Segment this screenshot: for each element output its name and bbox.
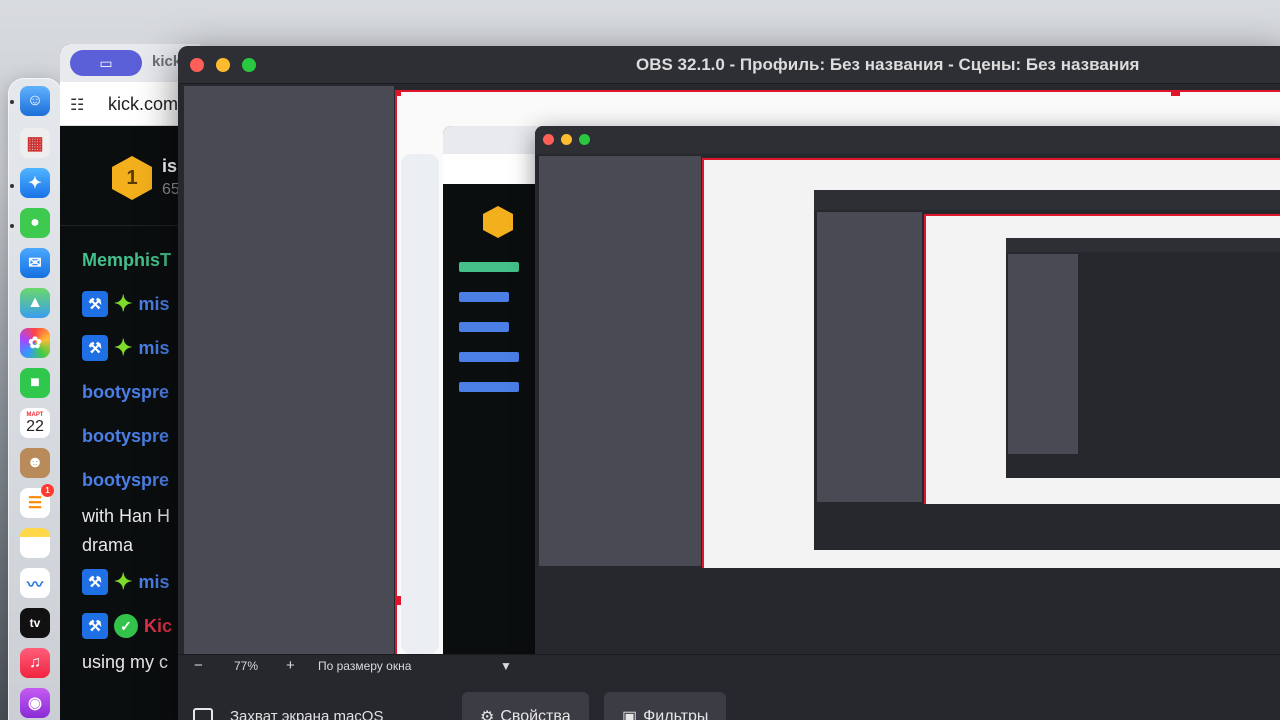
obs-zoom-bar: − 77% + По размеру окна ▼ [178, 654, 1280, 680]
filter-icon: ▣ [622, 709, 638, 720]
source-bounding-box [395, 90, 1280, 656]
resize-handle[interactable] [395, 596, 401, 605]
obs-window: OBS 32.1.0 - Профиль: Без названия - Сце… [178, 46, 1280, 720]
obs-preview-canvas[interactable] [395, 90, 1280, 656]
sparkle-badge-icon: ✦ [114, 335, 133, 360]
messages-icon[interactable]: ● [20, 208, 50, 238]
zoom-out-button[interactable]: − [194, 657, 203, 674]
maximize-window-icon[interactable] [242, 58, 256, 72]
calendar-icon[interactable]: МАРТ 22 [20, 408, 50, 438]
podcasts-icon[interactable]: ◉ [20, 688, 50, 718]
appletv-label: tv [29, 616, 41, 630]
resize-handle[interactable] [395, 90, 401, 96]
running-indicator [10, 224, 14, 228]
browser-tab-title[interactable]: kick [152, 53, 181, 70]
obs-source-toolbar: Захват экрана macOS ⚙ Свойства ▣ Фильтры [178, 680, 1280, 720]
properties-label: Свойства [500, 708, 571, 720]
chat-text: with Han H [82, 506, 171, 526]
reminders-badge: 1 [41, 484, 54, 497]
channel-name[interactable]: is [162, 156, 177, 177]
rank-badge-value: 1 [126, 166, 138, 189]
chat-username[interactable]: mis [138, 338, 169, 359]
chat-username[interactable]: bootyspre [82, 426, 169, 447]
running-indicator [10, 100, 14, 104]
chat-username[interactable]: bootyspre [82, 470, 169, 491]
zoom-in-button[interactable]: + [286, 657, 295, 674]
address-bar-url[interactable]: kick.com [108, 94, 178, 115]
facetime-icon[interactable]: ■ [20, 368, 50, 398]
calendar-day: 22 [26, 418, 44, 435]
obs-side-panel [184, 86, 394, 656]
sparkle-badge-icon: ✦ [114, 569, 133, 594]
notes-icon[interactable] [20, 528, 50, 558]
photos-icon[interactable]: ✿ [20, 328, 50, 358]
source-name: Захват экрана macOS [230, 708, 384, 720]
moderator-badge-icon: ⚒ [82, 291, 108, 317]
finder-icon[interactable]: ☺ [20, 86, 50, 116]
filters-label: Фильтры [643, 708, 709, 720]
chat-username[interactable]: bootyspre [82, 382, 169, 403]
music-icon[interactable]: ♫ [20, 648, 50, 678]
dock: ☺ ▦ ✦ ● ✉ ▲ ✿ ■ МАРТ 22 ☻ ☰ 1 〰 tv ♫ ◉ [8, 78, 62, 720]
chat-text: using my c [82, 652, 169, 672]
zoom-level: 77% [234, 659, 259, 673]
launchpad-icon[interactable]: ▦ [20, 128, 50, 158]
moderator-badge-icon: ⚒ [82, 569, 108, 595]
appletv-icon[interactable]: tv [20, 608, 50, 638]
properties-button[interactable]: ⚙ Свойства [462, 692, 589, 720]
chat-text: drama [82, 535, 134, 555]
reminders-icon[interactable]: ☰ 1 [20, 484, 54, 518]
chat-username[interactable]: mis [138, 294, 169, 315]
chat-username[interactable]: mis [138, 572, 169, 593]
close-window-icon[interactable] [190, 58, 204, 72]
maps-icon[interactable]: ▲ [20, 288, 50, 318]
running-indicator [10, 184, 14, 188]
moderator-badge-icon: ⚒ [82, 613, 108, 639]
gear-icon: ⚙ [480, 709, 495, 720]
contacts-icon[interactable]: ☻ [20, 448, 50, 478]
fit-mode-select[interactable]: По размеру окна [318, 659, 411, 673]
site-settings-icon[interactable]: ☷ [70, 95, 84, 115]
rank-badge-icon: 1 [112, 156, 152, 200]
tab-overview-icon[interactable]: ▭ [70, 50, 142, 76]
moderator-badge-icon: ⚒ [82, 335, 108, 361]
resize-handle[interactable] [1171, 90, 1180, 96]
freeform-icon[interactable]: 〰 [20, 568, 50, 598]
sparkle-badge-icon: ✦ [114, 291, 133, 316]
chevron-down-icon[interactable]: ▼ [500, 659, 512, 673]
safari-icon[interactable]: ✦ [20, 168, 50, 198]
source-visibility-checkbox[interactable] [193, 708, 213, 720]
mail-icon[interactable]: ✉ [20, 248, 50, 278]
verified-badge-icon: ✓ [114, 614, 138, 638]
obs-window-title: OBS 32.1.0 - Профиль: Без названия - Сце… [636, 55, 1140, 74]
chat-username[interactable]: MemphisT [82, 250, 171, 271]
minimize-window-icon[interactable] [216, 58, 230, 72]
chat-username[interactable]: Kic [144, 616, 172, 637]
filters-button[interactable]: ▣ Фильтры [604, 692, 727, 720]
obs-titlebar: OBS 32.1.0 - Профиль: Без названия - Сце… [178, 46, 1280, 84]
